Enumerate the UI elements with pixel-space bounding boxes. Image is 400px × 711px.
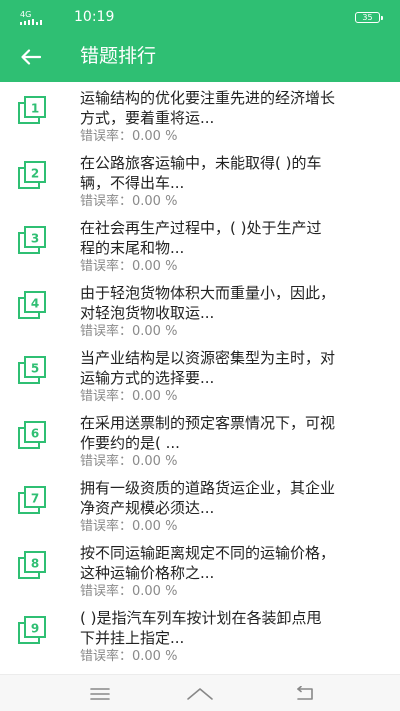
list-item[interactable]: 1 运输结构的优化要注重先进的经济增长 方式，要着重将运... 错误率：0.00… [0, 88, 400, 152]
rank-badge-icon: 5 [18, 356, 46, 384]
question-list: 1 运输结构的优化要注重先进的经济增长 方式，要着重将运... 错误率：0.00… [0, 82, 400, 674]
question-title: 拥有一级资质的道路货运企业，其企业 净资产规模必须达... [80, 479, 336, 517]
home-icon [187, 688, 213, 700]
error-rate: 错误率：0.00 % [80, 454, 178, 469]
battery-icon: 35 [355, 12, 383, 23]
error-rate: 错误率：0.00 % [80, 389, 178, 404]
list-item[interactable]: 3 在社会再生产过程中，( )处于生产过 程的末尾和物... 错误率：0.00 … [0, 218, 400, 282]
list-item[interactable]: 5 当产业结构是以资源密集型为主时，对 运输方式的选择要... 错误率：0.00… [0, 348, 400, 412]
status-bar: 4G 10:19 35 [0, 0, 400, 34]
rank-badge-icon: 3 [18, 226, 46, 254]
list-item[interactable]: 9 ( )是指汽车列车按计划在各装卸点甩 下并挂上指定... 错误率：0.00 … [0, 608, 400, 672]
system-nav-bar [0, 674, 400, 711]
rank-badge-icon: 1 [18, 96, 46, 124]
question-title: 按不同运输距离规定不同的运输价格， 这种运输价格称之... [80, 544, 336, 582]
list-item[interactable]: 4 由于轻泡货物体积大而重量小，因此， 对轻泡货物收取运... 错误率：0.00… [0, 283, 400, 347]
question-title: 在公路旅客运输中，未能取得( )的车 辆，不得出车... [80, 154, 322, 192]
rank-number: 2 [31, 167, 39, 181]
rank-number: 8 [31, 557, 39, 571]
home-button[interactable] [180, 681, 220, 707]
menu-icon [90, 688, 110, 700]
question-title: 在社会再生产过程中，( )处于生产过 程的末尾和物... [80, 219, 322, 257]
signal-icon [20, 19, 42, 25]
back-icon [297, 686, 313, 700]
rank-number: 5 [31, 362, 39, 376]
rank-number: 4 [31, 297, 39, 311]
error-rate: 错误率：0.00 % [80, 129, 178, 144]
rank-badge-icon: 8 [18, 551, 46, 579]
rank-number: 9 [31, 622, 39, 636]
error-rate: 错误率：0.00 % [80, 584, 178, 599]
rank-badge-icon: 9 [18, 616, 46, 644]
list-item[interactable]: 8 按不同运输距离规定不同的运输价格， 这种运输价格称之... 错误率：0.00… [0, 543, 400, 607]
return-button[interactable] [285, 681, 325, 707]
question-title: 当产业结构是以资源密集型为主时，对 运输方式的选择要... [80, 349, 336, 387]
list-item[interactable]: 7 拥有一级资质的道路货运企业，其企业 净资产规模必须达... 错误率：0.00… [0, 478, 400, 542]
app-bar: 4G 10:19 35 错题排行 [0, 0, 400, 82]
rank-number: 6 [31, 427, 39, 441]
question-title: 在采用送票制的预定客票情况下，可视 作要约的是( ... [80, 414, 336, 452]
network-label: 4G [20, 10, 32, 19]
status-time: 10:19 [74, 9, 115, 25]
page-title: 错题排行 [80, 45, 157, 67]
back-button[interactable] [14, 42, 48, 72]
arrow-left-icon [21, 49, 41, 65]
rank-badge-icon: 7 [18, 486, 46, 514]
error-rate: 错误率：0.00 % [80, 194, 178, 209]
error-rate: 错误率：0.00 % [80, 259, 178, 274]
menu-button[interactable] [80, 681, 120, 707]
error-rate: 错误率：0.00 % [80, 649, 178, 664]
error-rate: 错误率：0.00 % [80, 324, 178, 339]
rank-number: 7 [31, 492, 39, 506]
rank-badge-icon: 2 [18, 161, 46, 189]
question-title: 运输结构的优化要注重先进的经济增长 方式，要着重将运... [80, 89, 336, 127]
rank-badge-icon: 4 [18, 291, 46, 319]
question-title: 由于轻泡货物体积大而重量小，因此， 对轻泡货物收取运... [80, 284, 336, 322]
error-rate: 错误率：0.00 % [80, 519, 178, 534]
question-title: ( )是指汽车列车按计划在各装卸点甩 下并挂上指定... [80, 609, 322, 647]
rank-number: 3 [31, 232, 39, 246]
rank-badge-icon: 6 [18, 421, 46, 449]
list-item[interactable]: 6 在采用送票制的预定客票情况下，可视 作要约的是( ... 错误率：0.00 … [0, 413, 400, 477]
rank-number: 1 [31, 102, 39, 116]
list-item[interactable]: 2 在公路旅客运输中，未能取得( )的车 辆，不得出车... 错误率：0.00 … [0, 153, 400, 217]
